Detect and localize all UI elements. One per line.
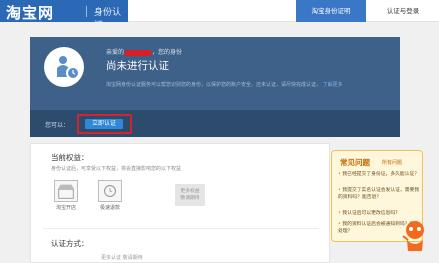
more-benefits-line2: 敬请期待 <box>180 196 200 201</box>
you-can-label: 您可以： <box>45 122 70 129</box>
nav-tab-auth-login[interactable]: 认证与登录 <box>368 0 438 22</box>
learn-more-link[interactable]: 了解更多 <box>323 82 343 88</box>
start-auth-button[interactable]: 立即认证 <box>85 119 123 129</box>
mascot-icon <box>402 221 424 251</box>
redacted-username <box>125 49 152 56</box>
benefit-label: 极速退款 <box>99 205 120 211</box>
faq-title: 常见问题 <box>340 158 370 167</box>
auth-status-title: 尚未进行认证 <box>106 60 169 72</box>
faq-question[interactable]: • 我已经提交了身份证，多久能认证？ <box>338 171 420 178</box>
avatar <box>44 47 84 87</box>
benefit-shop[interactable]: 淘宝开店 <box>53 180 79 211</box>
benefit-refund[interactable]: 极速退款 <box>97 180 123 211</box>
method-hint: 更多认证 敬请期待 <box>101 255 143 261</box>
greeting-prefix: 亲爱的 <box>106 49 125 56</box>
top-bar: 淘宝网 身份认证 淘宝身份证明 认证与登录 <box>0 0 439 31</box>
faq-all-link[interactable]: 所有问题 <box>382 159 402 166</box>
faq-question-text: 我认证后可以更改信息吗？ <box>342 211 400 216</box>
action-strip: 您可以： 立即认证 <box>30 110 400 137</box>
faq-question[interactable]: • 我提交了实名认证会发认证，需要我的资料吗？能否退？ <box>338 187 420 201</box>
clock-badge-icon <box>66 66 80 80</box>
page-subtitle: 身份认证 <box>94 8 122 31</box>
benefit-label: 淘宝开店 <box>55 205 76 211</box>
refund-icon <box>98 180 122 202</box>
method-title: 认证方式： <box>51 239 89 248</box>
section-divider <box>43 228 319 229</box>
more-benefits-line1: 更多权益 <box>180 189 200 194</box>
faq-question-text: 我提交了实名认证会发认证，需要我的资料吗？能否退？ <box>338 188 420 200</box>
auth-description-text: 淘宝网身份认证服务可以帮您识别您的身份，以保护您的账户安全。还未认证，请尽快完成… <box>106 82 322 88</box>
benefits-title: 当前权益： <box>51 153 89 162</box>
auth-description: 淘宝网身份认证服务可以帮您识别您的身份，以保护您的账户安全。还未认证，请尽快完成… <box>106 81 343 88</box>
taobao-logo[interactable]: 淘宝网 <box>6 2 54 23</box>
greeting-suffix: ，您的身份 <box>152 49 183 56</box>
faq-question-text: 我已经提交了身份证，多久能认证？ <box>342 172 420 177</box>
benefits-card: 当前权益： 身份认证后，可享受以下权益，将会直接影响您的以下权益 淘宝开店 极速… <box>30 143 330 263</box>
highlight-box: 立即认证 <box>77 114 132 134</box>
logo-band: 淘宝网 身份认证 <box>0 0 128 31</box>
logo-divider <box>86 6 87 17</box>
shop-icon <box>54 180 78 202</box>
faq-question[interactable]: • 我认证后可以更改信息吗？ <box>338 210 420 217</box>
greeting-text: 亲爱的 ，您的身份 <box>106 47 182 56</box>
benefits-description: 身份认证后，可享受以下权益，将会直接影响您的以下权益 <box>51 166 182 172</box>
more-benefits-placeholder: 更多权益 敬请期待 <box>175 184 205 206</box>
nav-tab-identity[interactable]: 淘宝身份证明 <box>296 0 366 22</box>
